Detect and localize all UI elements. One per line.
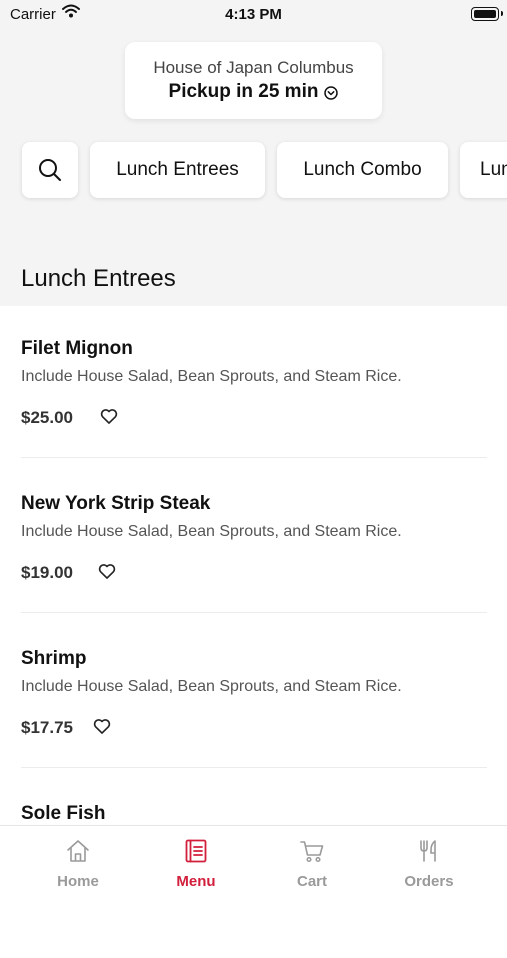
- category-label: Lunch Entrees: [116, 159, 239, 180]
- pickup-time-selector[interactable]: Pickup in 25 min: [125, 81, 382, 103]
- item-price: $25.00: [21, 408, 73, 427]
- tab-menu[interactable]: Menu: [133, 826, 259, 901]
- category-label: Lunch Specials: [480, 159, 507, 180]
- search-icon: [39, 159, 61, 181]
- category-strip: Lunch Entrees Lunch Combo Lunch Specials: [0, 142, 507, 200]
- divider: [21, 457, 487, 458]
- tab-orders[interactable]: Orders: [366, 826, 492, 901]
- item-name: Sole Fish: [21, 803, 106, 824]
- category-tab-lunch-combo[interactable]: Lunch Combo: [277, 142, 448, 198]
- battery-icon: [471, 7, 503, 21]
- status-bar: Carrier 4:13 PM: [0, 0, 507, 30]
- item-price: $17.75: [21, 718, 73, 737]
- heart-icon[interactable]: [97, 561, 117, 581]
- menu-item-filet-mignon[interactable]: Filet Mignon Include House Salad, Bean S…: [21, 338, 487, 493]
- item-price: $19.00: [21, 563, 73, 582]
- store-selector[interactable]: House of Japan Columbus Pickup in 25 min: [125, 42, 382, 119]
- home-icon: [67, 840, 89, 862]
- bottom-tab-bar: Home Menu Cart Orders: [0, 825, 507, 901]
- tab-label: Orders: [404, 873, 454, 890]
- category-label: Lunch Combo: [303, 159, 422, 180]
- item-name: Shrimp: [21, 648, 87, 669]
- menu-item-shrimp[interactable]: Shrimp Include House Salad, Bean Sprouts…: [21, 648, 487, 803]
- tab-label: Menu: [176, 873, 216, 890]
- cart-icon: [300, 841, 324, 863]
- category-tab-lunch-specials[interactable]: Lunch Specials: [460, 142, 507, 198]
- item-description: Include House Salad, Bean Sprouts, and S…: [21, 368, 402, 385]
- menu-item-new-york-strip-steak[interactable]: New York Strip Steak Include House Salad…: [21, 493, 487, 648]
- tab-label: Home: [57, 873, 99, 890]
- tab-cart[interactable]: Cart: [249, 826, 375, 901]
- pickup-time-label: Pickup in 25 min: [168, 81, 319, 102]
- item-name: Filet Mignon: [21, 338, 133, 359]
- menu-book-icon: [185, 839, 207, 863]
- store-name: House of Japan Columbus: [153, 58, 354, 77]
- status-time: 4:13 PM: [225, 6, 282, 23]
- fork-knife-icon: [420, 840, 436, 862]
- tab-label: Cart: [296, 873, 327, 890]
- item-description: Include House Salad, Bean Sprouts, and S…: [21, 523, 402, 540]
- category-tab-lunch-entrees[interactable]: Lunch Entrees: [90, 142, 265, 198]
- heart-icon[interactable]: [92, 716, 112, 736]
- divider: [21, 767, 487, 768]
- divider: [21, 612, 487, 613]
- section-title: Lunch Entrees: [21, 265, 176, 292]
- chevron-down-circle-icon: [324, 85, 339, 100]
- item-name: New York Strip Steak: [21, 493, 211, 514]
- item-description: Include House Salad, Bean Sprouts, and S…: [21, 678, 402, 695]
- search-button[interactable]: [22, 142, 78, 198]
- tab-home[interactable]: Home: [15, 826, 141, 901]
- heart-icon[interactable]: [99, 406, 119, 426]
